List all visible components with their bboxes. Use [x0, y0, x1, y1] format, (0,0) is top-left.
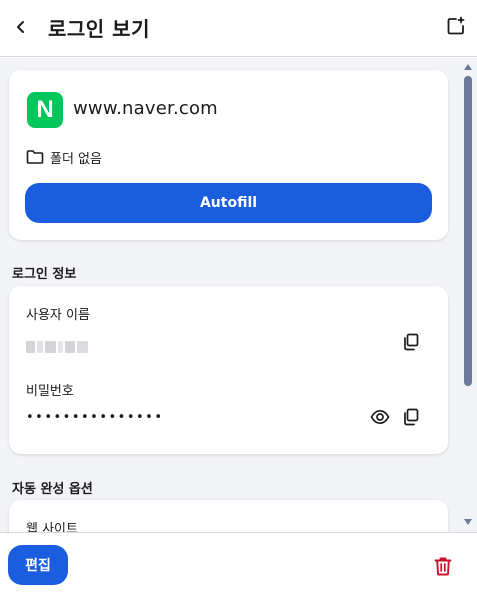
show-password-button[interactable]	[369, 406, 391, 428]
username-value-redacted[interactable]	[26, 340, 88, 354]
login-info-card: 사용자 이름 비밀번호 •••••••••••••••	[9, 286, 448, 454]
site-card: N www.naver.com 폴더 없음 Autofill	[9, 70, 448, 240]
autofill-button[interactable]: Autofill	[25, 183, 432, 223]
scroll-thumb[interactable]	[464, 76, 472, 386]
scrollbar[interactable]	[461, 58, 475, 532]
page-title: 로그인 보기	[48, 17, 150, 41]
password-label: 비밀번호	[26, 384, 74, 399]
copy-icon	[404, 408, 419, 426]
password-value[interactable]: •••••••••••••••	[26, 410, 164, 425]
folder-icon	[26, 150, 44, 164]
scroll-up-arrow[interactable]	[464, 64, 472, 70]
trash-icon	[434, 557, 452, 576]
site-logo: N	[27, 92, 63, 128]
folder-label: 폴더 없음	[50, 152, 102, 167]
delete-button[interactable]	[432, 555, 454, 577]
autofill-options-card: 웹 사이트	[9, 500, 448, 532]
popout-button[interactable]	[444, 14, 468, 38]
eye-icon	[370, 409, 390, 425]
copy-username-button[interactable]	[400, 331, 422, 353]
site-name: www.naver.com	[73, 98, 218, 119]
header-bar: 로그인 보기	[0, 0, 477, 57]
username-label: 사용자 이름	[26, 308, 90, 323]
login-info-heading: 로그인 정보	[12, 267, 77, 282]
popout-icon	[447, 16, 465, 35]
footer-bar: 편집	[0, 532, 477, 592]
website-label: 웹 사이트	[26, 522, 78, 532]
copy-password-button[interactable]	[400, 406, 422, 428]
edit-button[interactable]: 편집	[8, 545, 68, 585]
back-button[interactable]	[8, 14, 34, 40]
content-area: N www.naver.com 폴더 없음 Autofill 로그인 정보 사용…	[0, 58, 477, 532]
copy-icon	[404, 333, 419, 351]
chevron-left-icon	[17, 21, 24, 33]
autofill-options-heading: 자동 완성 옵션	[12, 482, 93, 497]
scroll-down-arrow[interactable]	[464, 519, 472, 525]
